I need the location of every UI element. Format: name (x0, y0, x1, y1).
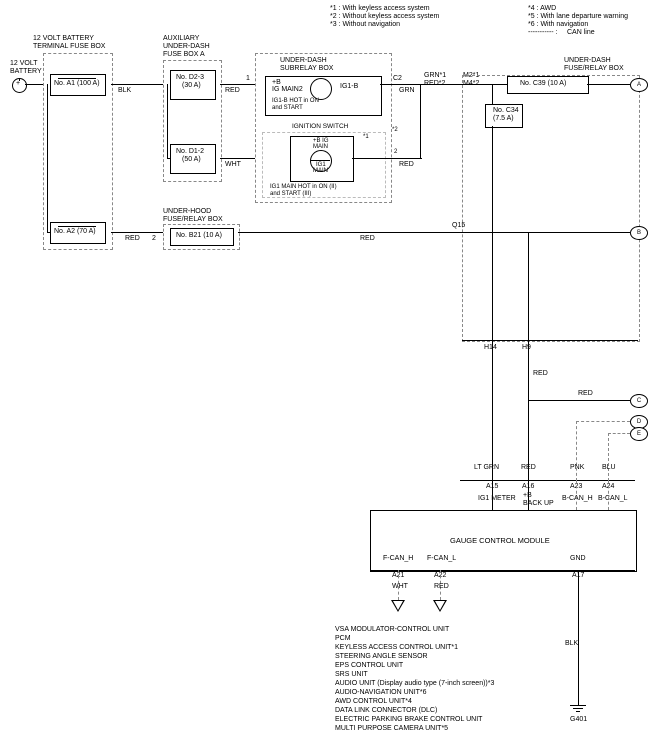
dest-2: KEYLESS ACCESS CONTROL UNIT*1 (335, 644, 458, 652)
underdash-title2: FUSE/RELAY BOX (564, 65, 624, 73)
subrelay-title2: SUBRELAY BOX (280, 65, 333, 73)
fuse-a2-label: No. A2 (70 A) (54, 228, 96, 236)
pnk: PNK (570, 464, 584, 472)
fuse-d23-label: No. D2-3 (176, 74, 204, 82)
wire-red-top (220, 84, 255, 85)
battery-label1: 12 VOLT (10, 60, 38, 68)
wire-red-h9: RED (533, 370, 548, 378)
h14-label: H14 (484, 344, 497, 352)
node-e: E (630, 427, 648, 441)
wire-wht-label: WHT (225, 161, 241, 169)
pin2-label: 2 (394, 149, 397, 156)
wire-grn: GRN (399, 87, 415, 95)
pin2-uh: 2 (152, 235, 156, 243)
legend-can: CAN line (567, 29, 595, 37)
fuse-c34-amp: (7.5 A) (493, 115, 514, 123)
bcanl: B-CAN_L (598, 495, 628, 503)
dest-9: DATA LINK CONNECTOR (DLC) (335, 707, 437, 715)
termbox-title1: 12 VOLT BATTERY (33, 35, 94, 43)
dest-7: AUDIO-NAVIGATION UNIT*6 (335, 689, 427, 697)
fuse-b21-label: No. B21 (10 A) (176, 232, 222, 240)
relay1note1: IG1-B HOT in ON (272, 98, 319, 105)
dest-4: EPS CONTROL UNIT (335, 662, 403, 670)
fuse-d12-label: No. D1-2 (176, 148, 204, 156)
subrelay-title1: UNDER-DASH (280, 57, 327, 65)
dest-6: AUDIO UNIT (Display audio type (7-inch s… (335, 680, 494, 688)
dest-11: MULTI PURPOSE CAMERA UNIT*5 (335, 725, 448, 733)
termbox-title2: TERMINAL FUSE BOX (33, 43, 105, 51)
legend-n1: *1 : With keyless access system (330, 5, 430, 13)
wire-blk-label: BLK (118, 87, 131, 95)
ignition-title: IGNITION SWITCH (292, 123, 348, 130)
relay2note1: IG1 MAIN HOT in ON (II) (270, 184, 337, 191)
wire-blk (111, 84, 163, 85)
relay1name: IG1-B (340, 83, 358, 91)
underdash-title1: UNDER-DASH (564, 57, 611, 65)
relay1note2: and START (272, 105, 303, 112)
node-a: A (630, 78, 648, 92)
fcanh-bus (391, 600, 405, 612)
sup-star2: *2 (392, 127, 398, 134)
relay1b: IG MAIN2 (272, 86, 303, 94)
fuse-a1-label: No. A1 (100 A) (54, 80, 100, 88)
dest-1: PCM (335, 635, 351, 643)
grnred1: GRN*1 (424, 72, 446, 80)
relay1-coil (310, 78, 332, 100)
h9-label: H9 (522, 344, 531, 352)
legend-n3: *3 : Without navigation (330, 21, 400, 29)
dest-8: AWD CONTROL UNIT*4 (335, 698, 412, 706)
fuse-d12-amp: (50 A) (182, 156, 201, 164)
fcanh: F-CAN_H (383, 555, 413, 563)
legend-n5: *5 : With lane departure warning (528, 13, 628, 21)
legend-can-marker: ----------- : (528, 29, 558, 37)
dest-10: ELECTRIC PARKING BRAKE CONTROL UNIT (335, 716, 482, 724)
wiring-diagram: *1 : With keyless access system *2 : Wit… (0, 0, 658, 756)
dest-5: SRS UNIT (335, 671, 368, 679)
wire-wht (220, 158, 255, 159)
auxbox-title3: FUSE BOX A (163, 51, 205, 59)
red-a16: RED (521, 464, 536, 472)
ig1meter: IG1 METER (478, 495, 516, 503)
bcanh: B-CAN_H (562, 495, 593, 503)
fuse-c39-label: No. C39 (10 A) (520, 80, 566, 88)
fcanl-bus (433, 600, 447, 612)
wire-red-relay2: RED (399, 161, 414, 169)
relay2note2: and START (III) (270, 191, 311, 198)
node-c: C (630, 394, 648, 408)
fuse-d23-amp: (30 A) (182, 82, 201, 90)
wire-red-b21in: RED (125, 235, 140, 243)
underhood-title1: UNDER-HOOD (163, 208, 211, 216)
gnd-label: GND (570, 555, 586, 563)
blk-gnd: BLK (565, 640, 578, 648)
q15-label: Q15 (452, 222, 465, 230)
wire-red-top-label: RED (225, 87, 240, 95)
underhood-title2: FUSE/RELAY BOX (163, 216, 223, 224)
wire-red-q15: RED (360, 235, 375, 243)
wire-red-c: RED (578, 390, 593, 398)
sup-star1: *1 (363, 134, 369, 141)
grnred2: RED*2 (424, 80, 445, 88)
legend-n6: *6 : With navigation (528, 21, 588, 29)
red-a22: RED (434, 583, 449, 591)
dest-3: STEERING ANGLE SENSOR (335, 653, 428, 661)
legend-n2: *2 : Without keyless access system (330, 13, 439, 21)
g401: G401 (570, 716, 587, 724)
battery-label2: BATTERY (10, 68, 42, 76)
node-b: B (630, 226, 648, 240)
ltgrn: LT GRN (474, 464, 499, 472)
pin1-top: 1 (246, 75, 250, 83)
legend-n4: *4 : AWD (528, 5, 556, 13)
auxbox-title1: AUXILIARY (163, 35, 199, 43)
dest-0: VSA MODULATOR-CONTROL UNIT (335, 626, 449, 634)
wht-a21: WHT (392, 583, 408, 591)
module-name: GAUGE CONTROL MODULE (450, 537, 550, 545)
relay2d: MAIN (313, 168, 328, 175)
fcanl: F-CAN_L (427, 555, 456, 563)
wire-batt-out (25, 84, 43, 85)
fuse-c34-label: No. C34 (493, 107, 519, 115)
blu: BLU (602, 464, 616, 472)
auxbox-title2: UNDER-DASH (163, 43, 210, 51)
c2-label: C2 (393, 75, 402, 83)
